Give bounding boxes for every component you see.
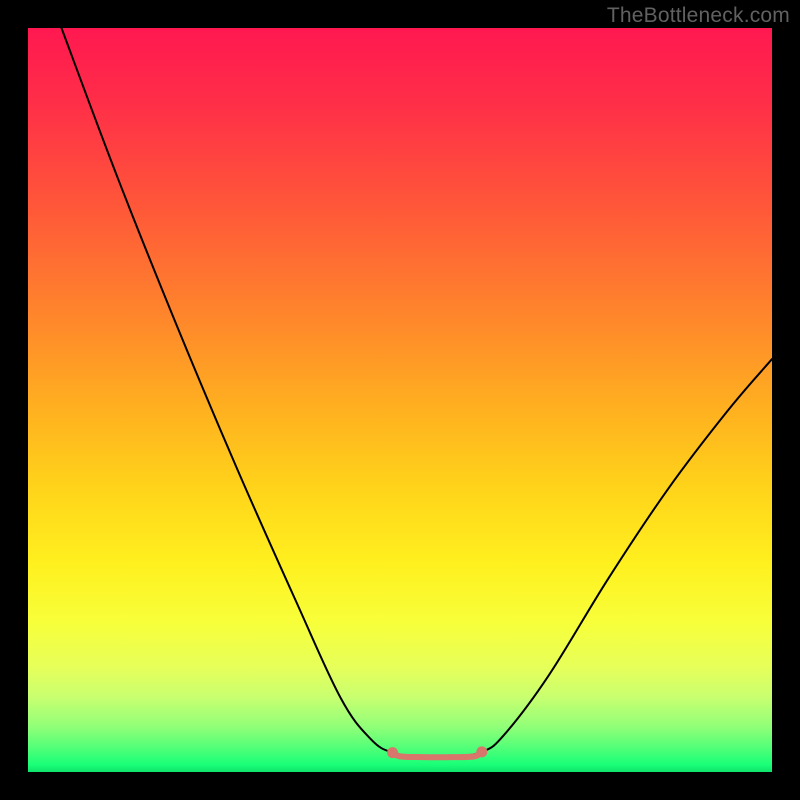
main-curve: [61, 28, 772, 757]
watermark-label: TheBottleneck.com: [607, 4, 790, 28]
plot-svg: [28, 28, 772, 772]
plot-area: [28, 28, 772, 772]
chart-frame: TheBottleneck.com: [0, 0, 800, 800]
flat-segment: [393, 752, 482, 757]
flat-segment-endpoint: [476, 746, 487, 757]
flat-segment-endpoint: [387, 747, 398, 758]
